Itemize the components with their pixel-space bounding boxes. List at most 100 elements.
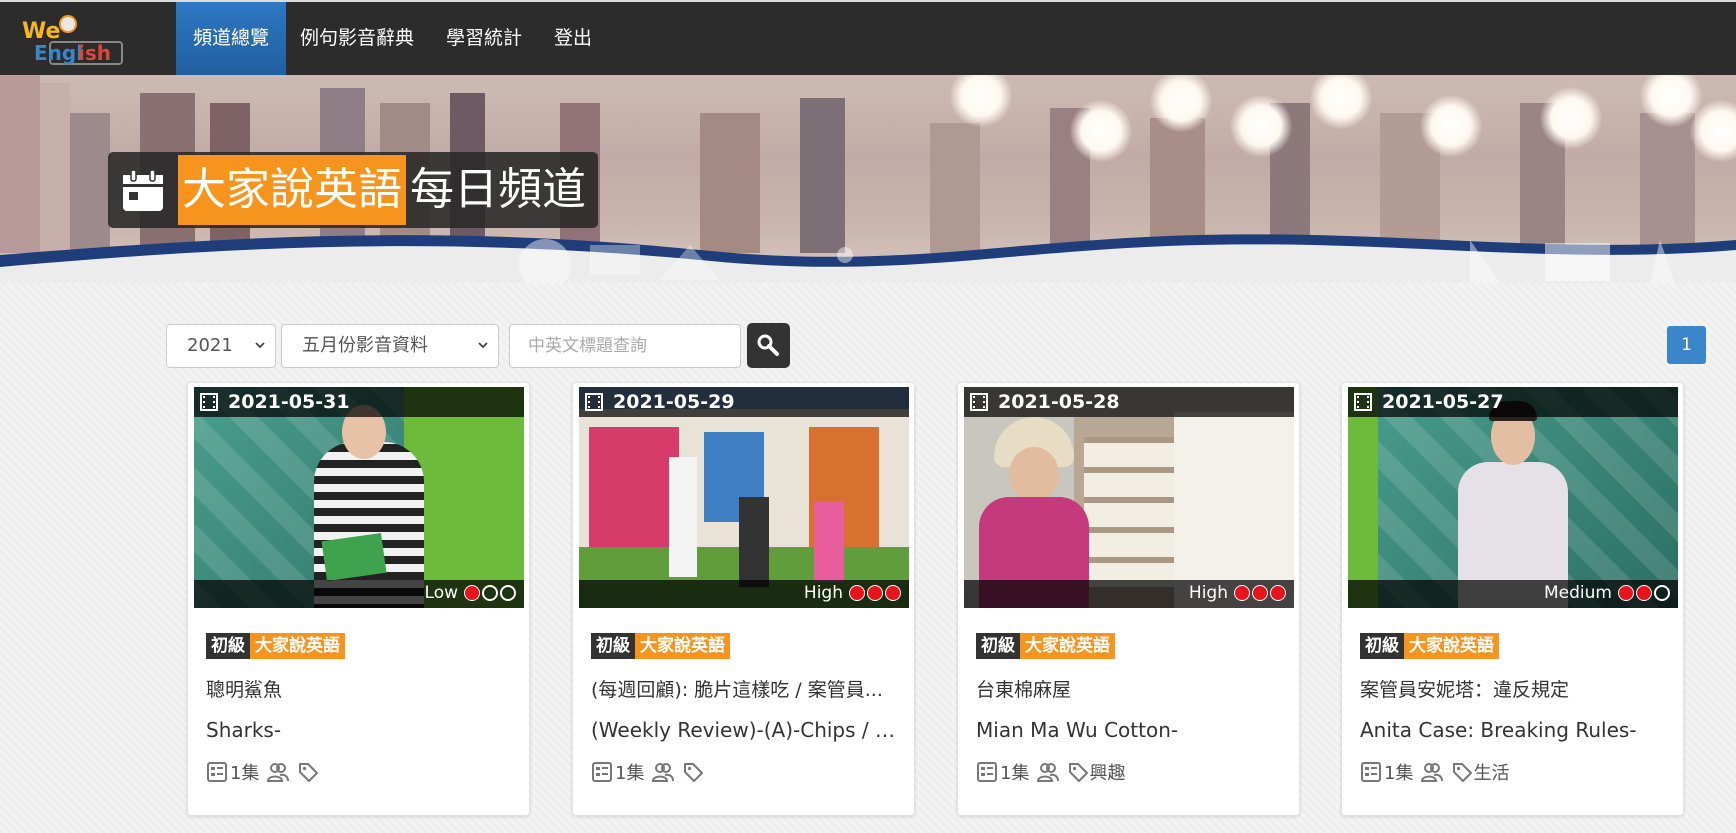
level-dot xyxy=(464,585,480,601)
level-dot xyxy=(482,585,498,601)
card-tags: 初級 大家說英語 xyxy=(591,633,730,659)
video-card[interactable]: 2021-05-29 High 初級 大家說英語 (每週回顧): 脆片這樣吃 / 案管員… xyxy=(572,382,915,816)
difficulty-bar: High xyxy=(964,580,1294,608)
users-icon xyxy=(267,763,290,782)
pagination-page-1[interactable]: 1 xyxy=(1667,326,1706,364)
difficulty-label: Low xyxy=(424,583,458,603)
thumbnail-date-bar: 2021-05-27 xyxy=(1348,387,1678,417)
channel-title-highlight: 大家說英語 xyxy=(178,155,406,225)
episode-list-icon xyxy=(1361,762,1381,782)
channel-title-rest: 每日頻道 xyxy=(410,164,586,215)
level-dot xyxy=(1636,585,1652,601)
year-select-value: 2021 xyxy=(187,335,233,356)
series-tag: 大家說英語 xyxy=(250,633,345,659)
video-card[interactable]: 2021-05-27 Medium 初級 大家說英語案管員安妮塔：違反規定 Anita … xyxy=(1341,382,1684,816)
level-dot xyxy=(1618,585,1634,601)
video-title-chinese[interactable]: 台東棉麻屋 xyxy=(976,675,1286,702)
film-icon xyxy=(585,393,603,411)
card-tags: 初級 大家說英語 xyxy=(1360,633,1499,659)
episode-list-icon xyxy=(592,762,612,782)
card-meta: 1集 興趣 xyxy=(976,759,1125,785)
category-label: 興趣 xyxy=(1089,763,1126,784)
thumbnail-date-bar: 2021-05-28 xyxy=(964,387,1294,417)
level-dot xyxy=(500,585,516,601)
level-dot xyxy=(885,585,901,601)
series-tag: 大家說英語 xyxy=(1020,633,1115,659)
difficulty-label: High xyxy=(803,583,843,603)
episode-count: 1集 xyxy=(1000,763,1030,784)
video-title-chinese[interactable]: (每週回顧): 脆片這樣吃 / 案管員... xyxy=(591,675,901,702)
video-title-english[interactable]: Sharks- xyxy=(206,718,516,742)
users-icon xyxy=(1421,763,1444,782)
banner-decoration-icons xyxy=(519,239,1675,283)
difficulty-label: Medium xyxy=(1544,583,1612,603)
video-title-chinese[interactable]: 聰明鯊魚 xyxy=(206,675,516,702)
episode-count: 1集 xyxy=(615,763,645,784)
search-icon xyxy=(757,334,779,356)
month-select[interactable]: 五月份影音資料 xyxy=(281,324,499,368)
video-date: 2021-05-27 xyxy=(1382,391,1504,413)
chevron-down-icon xyxy=(478,342,488,349)
video-card[interactable]: 2021-05-31 Low 初級 大家說英語聰明鯊魚 Sharks- 1集 xyxy=(187,382,530,816)
level-tag: 初級 xyxy=(1360,633,1404,659)
video-thumbnail[interactable]: 2021-05-27 Medium xyxy=(1348,387,1678,608)
video-title-english[interactable]: Anita Case: Breaking Rules- xyxy=(1360,718,1670,742)
card-meta: 1集 生活 xyxy=(1360,759,1509,785)
year-select[interactable]: 2021 xyxy=(166,324,276,368)
film-icon xyxy=(970,393,988,411)
webenglish-logo[interactable]: We Engl ish xyxy=(20,8,125,68)
level-dot xyxy=(1270,585,1286,601)
nav-channel-overview[interactable]: 頻道總覽 xyxy=(176,2,287,75)
episode-count: 1集 xyxy=(1384,763,1414,784)
search-button[interactable] xyxy=(747,323,790,368)
nav-learning-stats[interactable]: 學習統計 xyxy=(429,2,539,75)
level-tag: 初級 xyxy=(591,633,635,659)
card-tags: 初級 大家說英語 xyxy=(206,633,345,659)
level-dot xyxy=(867,585,883,601)
calendar-icon xyxy=(123,169,163,211)
video-thumbnail[interactable]: 2021-05-28 High xyxy=(964,387,1294,608)
month-select-value: 五月份影音資料 xyxy=(302,335,428,356)
users-icon xyxy=(652,763,675,782)
video-thumbnail[interactable]: 2021-05-29 High xyxy=(579,387,909,608)
video-title-english[interactable]: (Weekly Review)-(A)-Chips / A... xyxy=(591,718,901,742)
video-title-english[interactable]: Mian Ma Wu Cotton- xyxy=(976,718,1286,742)
difficulty-label: High xyxy=(1188,583,1228,603)
tag-icon xyxy=(1069,763,1089,782)
level-tag: 初級 xyxy=(206,633,250,659)
tag-icon xyxy=(299,763,319,782)
difficulty-bar: Medium xyxy=(1348,580,1678,608)
video-date: 2021-05-31 xyxy=(228,391,350,413)
video-thumbnail[interactable]: 2021-05-31 Low xyxy=(194,387,524,608)
episode-list-icon xyxy=(977,762,997,782)
thumbnail-date-bar: 2021-05-31 xyxy=(194,387,524,417)
svg-text:ish: ish xyxy=(78,41,111,65)
card-tags: 初級 大家說英語 xyxy=(976,633,1115,659)
video-title-chinese[interactable]: 案管員安妮塔：違反規定 xyxy=(1360,675,1670,702)
tag-icon xyxy=(1453,763,1473,782)
card-meta: 1集 xyxy=(591,759,704,785)
level-tag: 初級 xyxy=(976,633,1020,659)
chevron-down-icon xyxy=(255,342,265,349)
video-date: 2021-05-29 xyxy=(613,391,735,413)
episode-list-icon xyxy=(207,762,227,782)
level-dot xyxy=(1654,585,1670,601)
video-card[interactable]: 2021-05-28 High 初級 大家說英語台東棉麻屋 Mian Ma Wu Cot… xyxy=(957,382,1300,816)
episode-count: 1集 xyxy=(230,763,260,784)
difficulty-bar: High xyxy=(579,580,909,608)
users-icon xyxy=(1037,763,1060,782)
level-dot xyxy=(849,585,865,601)
series-tag: 大家說英語 xyxy=(1404,633,1499,659)
nav-logout[interactable]: 登出 xyxy=(537,2,609,75)
film-icon xyxy=(200,393,218,411)
level-dot xyxy=(1252,585,1268,601)
thumbnail-date-bar: 2021-05-29 xyxy=(579,387,909,417)
top-navbar: We Engl ish 頻道總覽 例句影音辭典 學習統計 登出 xyxy=(0,0,1736,75)
category-label: 生活 xyxy=(1473,763,1510,784)
video-date: 2021-05-28 xyxy=(998,391,1120,413)
series-tag: 大家說英語 xyxy=(635,633,730,659)
search-input[interactable]: 中英文標題查詢 xyxy=(509,324,741,368)
card-meta: 1集 xyxy=(206,759,319,785)
nav-example-dictionary[interactable]: 例句影音辭典 xyxy=(283,2,431,75)
tag-icon xyxy=(684,763,704,782)
